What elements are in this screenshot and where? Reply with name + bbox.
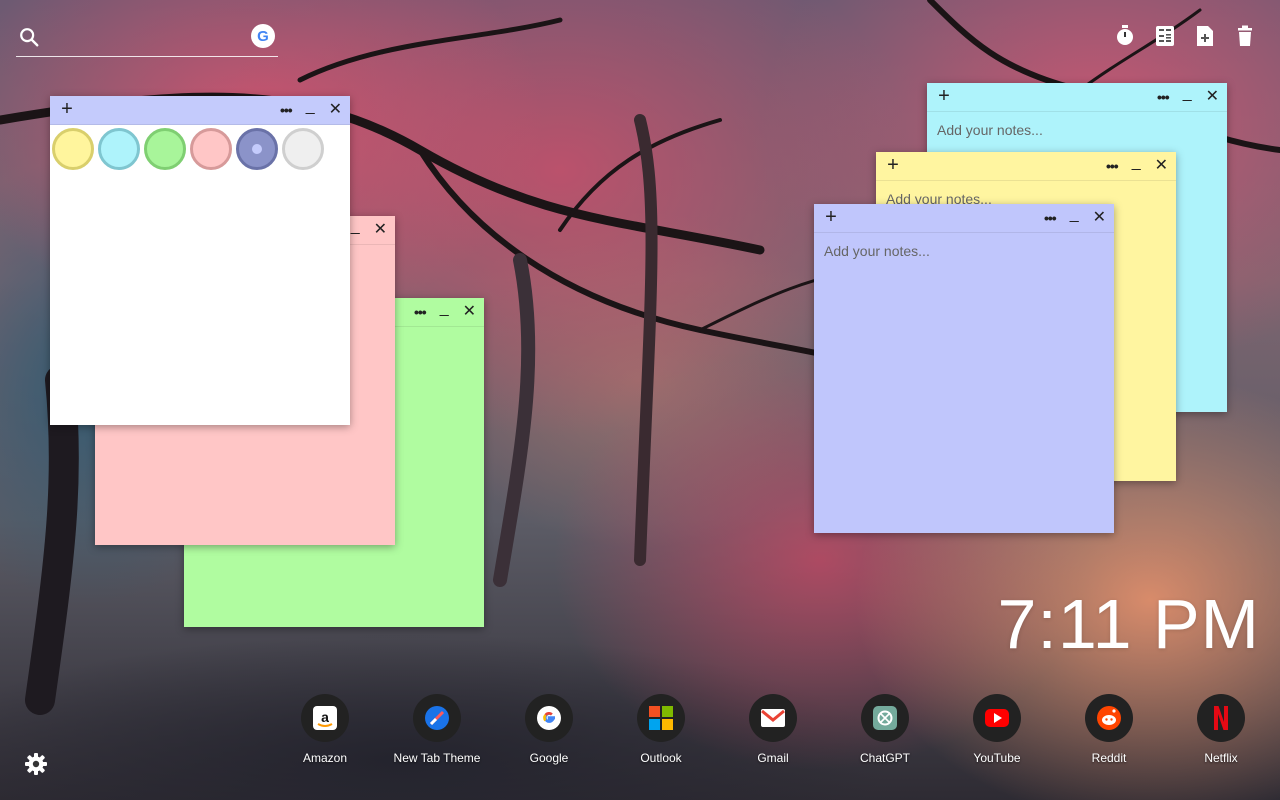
new-tab-theme-icon	[413, 694, 461, 742]
top-toolbar	[1114, 24, 1256, 48]
youtube-icon	[973, 694, 1021, 742]
shortcut-new-tab-theme[interactable]: New Tab Theme	[381, 694, 493, 765]
shortcut-label: Reddit	[1091, 751, 1127, 765]
shortcut-label: New Tab Theme	[393, 751, 481, 765]
gear-icon[interactable]	[24, 752, 48, 776]
close-note-button[interactable]: ✕	[329, 102, 342, 118]
gmail-icon	[749, 694, 797, 742]
reddit-icon	[1085, 694, 1133, 742]
shortcut-label: Google	[529, 751, 569, 765]
note-menu-button[interactable]: •••	[414, 305, 427, 319]
note-toolbar: + ••• _ ✕	[876, 152, 1176, 181]
amazon-icon: a	[301, 694, 349, 742]
color-swatch-pink[interactable]	[190, 128, 232, 170]
note-add-icon[interactable]	[1194, 24, 1216, 48]
search-icon[interactable]	[18, 26, 40, 48]
add-note-button[interactable]: +	[822, 206, 840, 228]
minimize-note-button[interactable]: _	[306, 99, 315, 115]
sticky-note-color-picker[interactable]: + ••• _ ✕	[50, 96, 350, 425]
note-menu-button[interactable]: •••	[280, 103, 293, 117]
note-toolbar: + ••• _ ✕	[814, 204, 1114, 233]
shortcut-label: YouTube	[973, 751, 1021, 765]
shortcut-label: Outlook	[640, 751, 682, 765]
search-engine-google-icon[interactable]: G	[251, 24, 275, 48]
note-body	[814, 233, 1114, 523]
note-toolbar: + ••• _ ✕	[927, 83, 1227, 112]
note-menu-button[interactable]: •••	[1157, 90, 1170, 104]
shortcut-google[interactable]: Google	[493, 694, 605, 765]
chatgpt-icon	[861, 694, 909, 742]
color-palette	[50, 125, 350, 173]
close-note-button[interactable]: ✕	[1206, 89, 1219, 105]
search-input[interactable]	[50, 26, 244, 52]
add-note-button[interactable]: +	[884, 154, 902, 176]
sticky-note-blue[interactable]: + ••• _ ✕	[814, 204, 1114, 533]
minimize-note-button[interactable]: _	[351, 219, 360, 235]
clock: 7:11 PM	[997, 585, 1260, 663]
shortcut-label: Gmail	[757, 751, 789, 765]
close-note-button[interactable]: ✕	[1155, 158, 1168, 174]
minimize-note-button[interactable]: _	[440, 301, 449, 317]
color-swatch-cyan[interactable]	[98, 128, 140, 170]
close-note-button[interactable]: ✕	[374, 222, 387, 238]
shortcut-label: Netflix	[1204, 751, 1238, 765]
shortcut-outlook[interactable]: Outlook	[605, 694, 717, 765]
color-swatch-green[interactable]	[144, 128, 186, 170]
close-note-button[interactable]: ✕	[1093, 210, 1106, 226]
svg-text:a: a	[321, 709, 329, 725]
color-swatch-blue[interactable]	[236, 128, 278, 170]
shortcut-netflix[interactable]: Netflix	[1165, 694, 1277, 765]
shortcut-youtube[interactable]: YouTube	[941, 694, 1053, 765]
google-icon	[525, 694, 573, 742]
note-menu-button[interactable]: •••	[1044, 211, 1057, 225]
shortcut-dock: a Amazon New Tab Theme Google Outlook Gm…	[269, 694, 1277, 765]
close-note-button[interactable]: ✕	[463, 304, 476, 320]
shortcut-gmail[interactable]: Gmail	[717, 694, 829, 765]
minimize-note-button[interactable]: _	[1183, 86, 1192, 102]
note-menu-button[interactable]: •••	[1106, 159, 1119, 173]
shortcut-chatgpt[interactable]: ChatGPT	[829, 694, 941, 765]
add-note-button[interactable]: +	[935, 85, 953, 107]
color-swatch-yellow[interactable]	[52, 128, 94, 170]
calculator-icon[interactable]	[1154, 24, 1176, 48]
add-note-button[interactable]: +	[58, 98, 76, 120]
color-swatch-white[interactable]	[282, 128, 324, 170]
minimize-note-button[interactable]: _	[1132, 155, 1141, 171]
outlook-icon	[637, 694, 685, 742]
search-bar: G	[16, 22, 278, 57]
shortcut-label: Amazon	[302, 751, 348, 765]
trash-icon[interactable]	[1234, 24, 1256, 48]
shortcut-reddit[interactable]: Reddit	[1053, 694, 1165, 765]
shortcut-label: ChatGPT	[859, 751, 910, 765]
netflix-icon	[1197, 694, 1245, 742]
shortcut-amazon[interactable]: a Amazon	[269, 694, 381, 765]
minimize-note-button[interactable]: _	[1070, 207, 1079, 223]
timer-icon[interactable]	[1114, 24, 1136, 48]
note-toolbar: + ••• _ ✕	[50, 96, 350, 125]
search-engine-badge-label: G	[257, 27, 269, 45]
note-textarea[interactable]	[824, 243, 1104, 513]
